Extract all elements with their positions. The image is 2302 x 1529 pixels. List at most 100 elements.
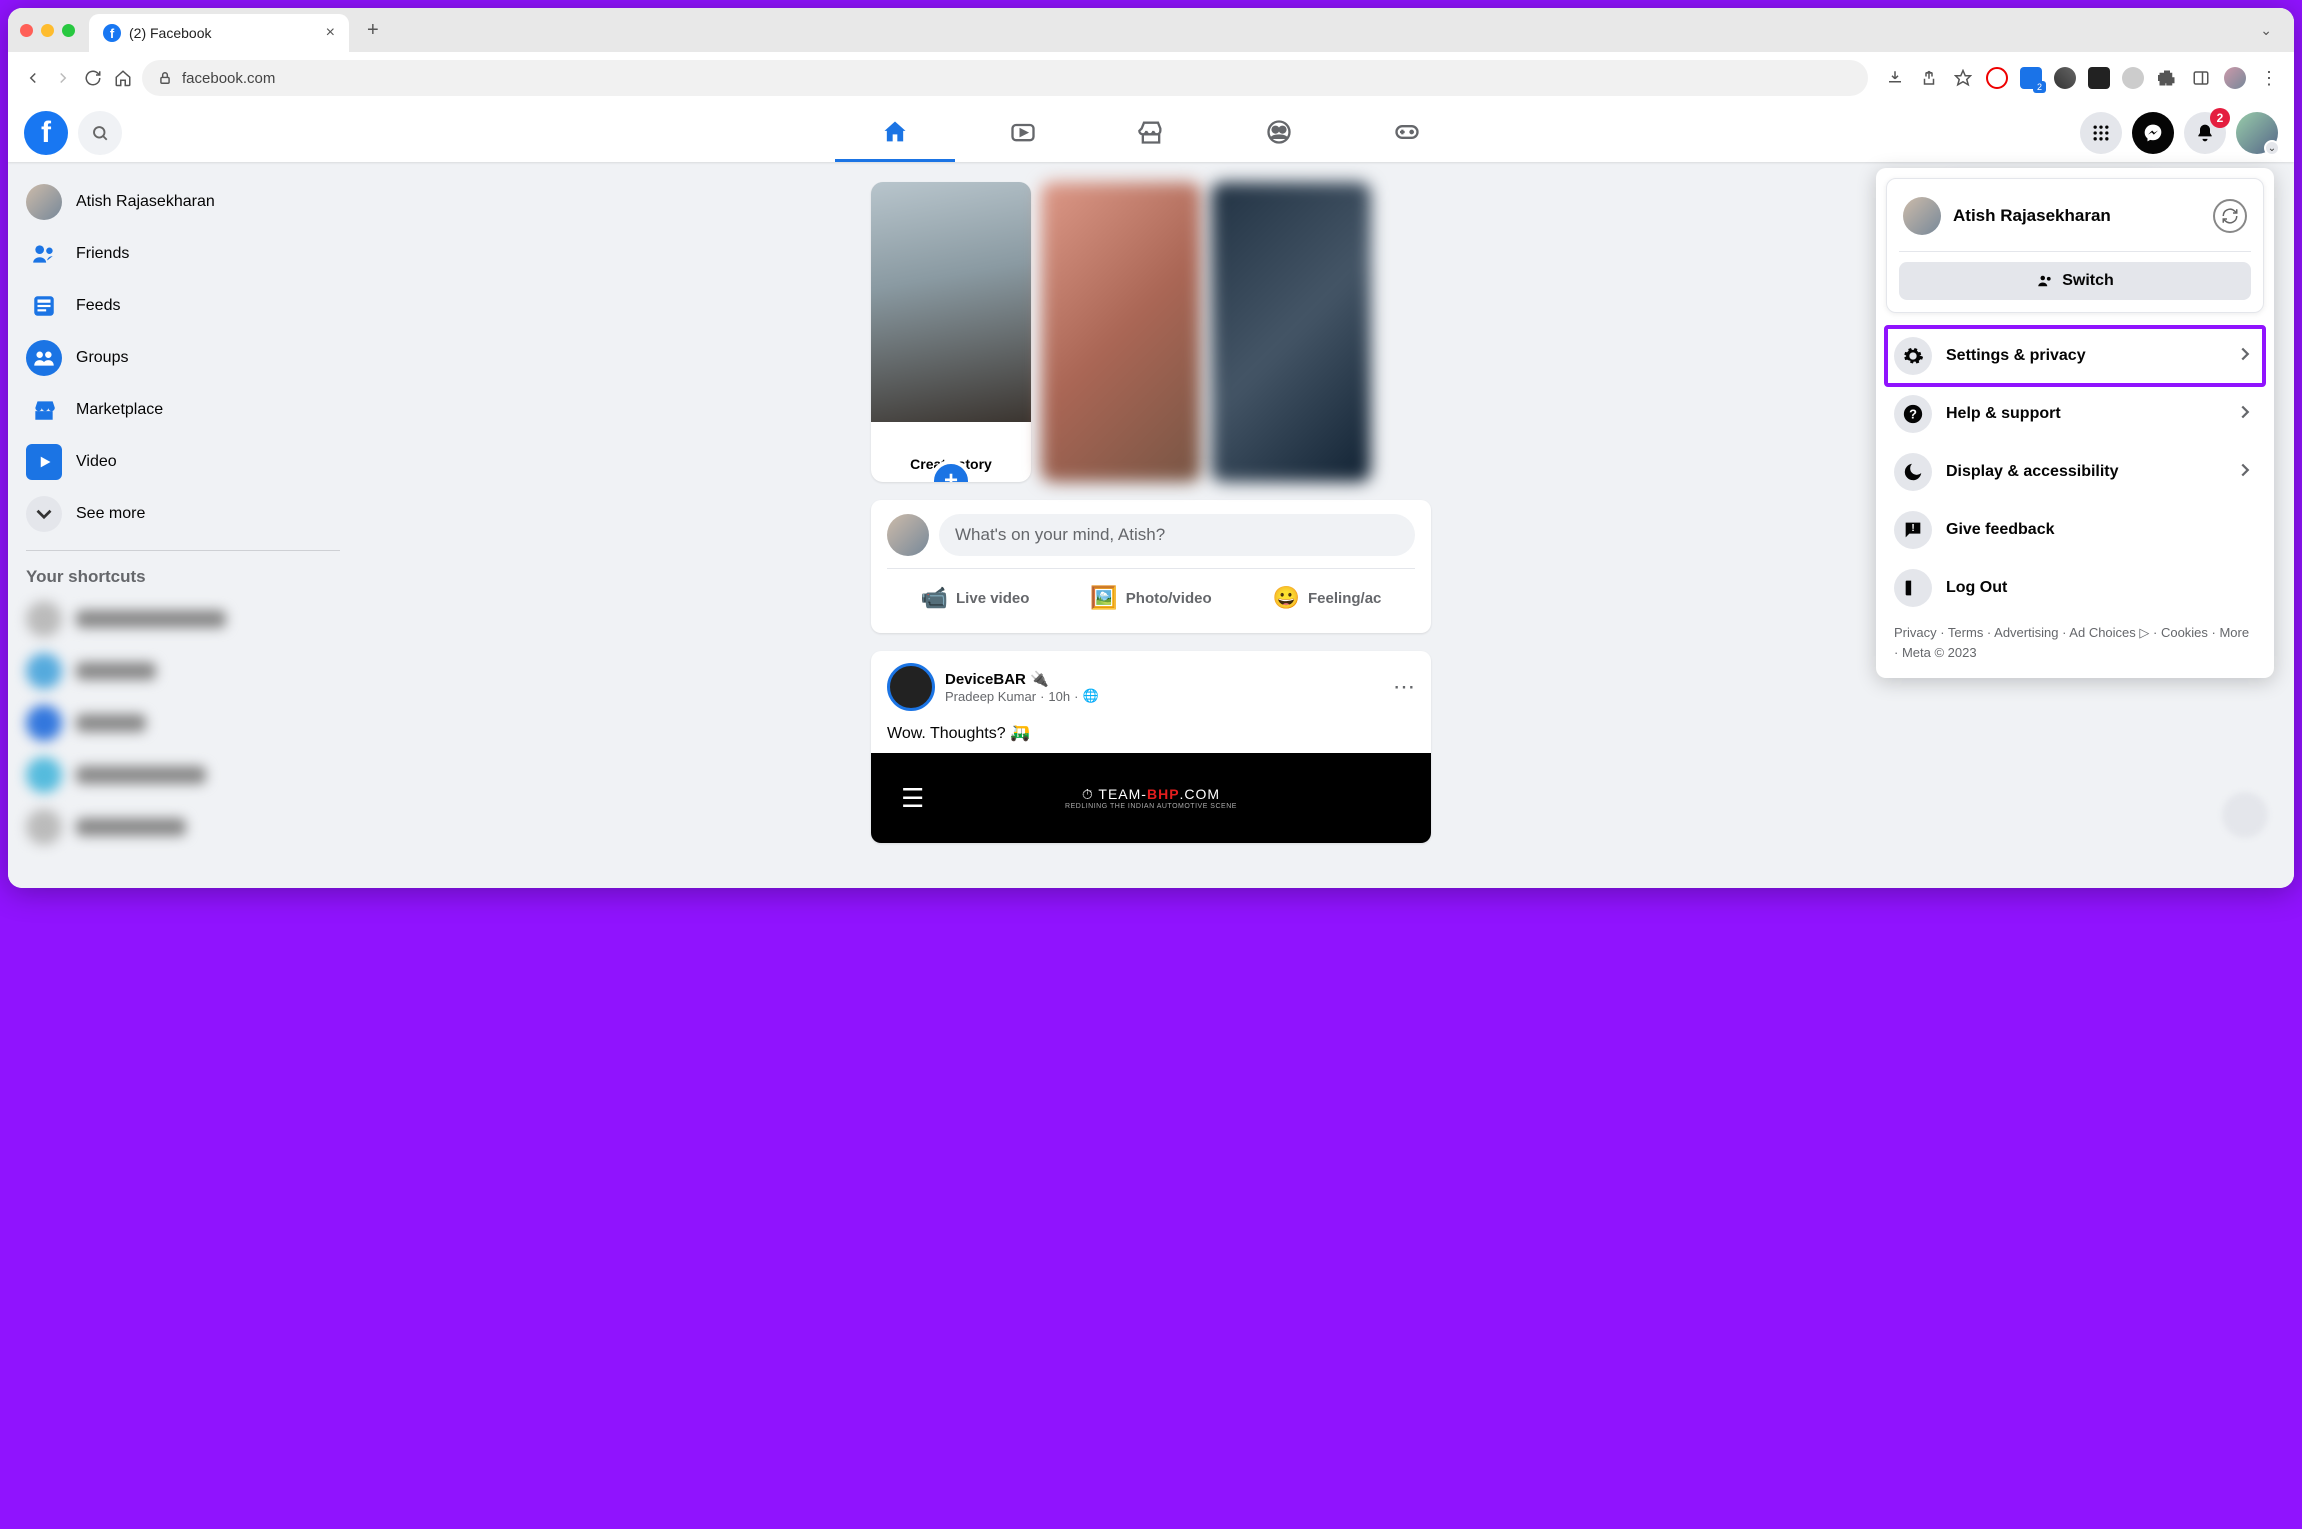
composer-input[interactable]: What's on your mind, Atish? (939, 514, 1415, 556)
extensions-icon[interactable] (2156, 67, 2178, 89)
feed: Create story + What's on your mind, Atis… (871, 162, 1431, 888)
shortcuts-heading: Your shortcuts (16, 561, 350, 593)
chrome-menu-icon[interactable]: ⋮ (2258, 67, 2280, 89)
menu-help-support[interactable]: ? Help & support (1886, 385, 2264, 443)
sidebar-label: Feeds (76, 297, 120, 315)
shortcut-item-blurred[interactable] (16, 645, 350, 697)
chevron-right-icon (2234, 459, 2256, 486)
people-icon (2036, 272, 2054, 290)
sync-icon[interactable] (2213, 199, 2247, 233)
browser-tabbar: f (2) Facebook × + ⌄ (8, 8, 2294, 52)
menu-give-feedback[interactable]: ! Give feedback (1886, 501, 2264, 559)
url-field[interactable]: facebook.com (142, 60, 1868, 96)
chevron-down-icon (26, 496, 62, 532)
shortcut-item-blurred[interactable] (16, 697, 350, 749)
create-story-card[interactable]: Create story + (871, 182, 1031, 482)
menu-profile-row[interactable]: Atish Rajasekharan (1899, 191, 2251, 241)
story-card[interactable] (1041, 182, 1201, 482)
close-tab-icon[interactable]: × (326, 24, 335, 42)
address-bar: facebook.com 2 ⋮ (8, 52, 2294, 104)
new-tab-button[interactable]: + (359, 15, 387, 46)
sidebar-label: See more (76, 505, 145, 523)
tabs-overflow-icon[interactable]: ⌄ (2250, 18, 2282, 43)
tab-home[interactable] (835, 104, 955, 162)
extension-eyes[interactable] (2054, 67, 2076, 89)
new-message-fab[interactable] (2222, 792, 2268, 838)
switch-button[interactable]: Switch (1899, 262, 2251, 300)
menu-log-out[interactable]: Log Out (1886, 559, 2264, 617)
menu-profile-name: Atish Rajasekharan (1953, 206, 2111, 226)
sidebar-item-feeds[interactable]: Feeds (16, 280, 350, 332)
tab-marketplace[interactable] (1091, 104, 1211, 162)
sidebar-item-groups[interactable]: Groups (16, 332, 350, 384)
search-button[interactable] (78, 111, 122, 155)
tab-gaming[interactable] (1347, 104, 1467, 162)
smiley-icon: 😀 (1273, 585, 1300, 611)
bookmark-star-icon[interactable] (1952, 67, 1974, 89)
shortcut-item-blurred[interactable] (16, 593, 350, 645)
composer-photo-video[interactable]: 🖼️Photo/video (1063, 577, 1239, 619)
extension-send[interactable] (2088, 67, 2110, 89)
browser-tab[interactable]: f (2) Facebook × (89, 14, 349, 52)
tab-groups[interactable] (1219, 104, 1339, 162)
sidebar-item-see-more[interactable]: See more (16, 488, 350, 540)
post-avatar[interactable] (887, 663, 935, 711)
help-icon: ? (1894, 395, 1932, 433)
messenger-button[interactable] (2132, 112, 2174, 154)
menu-settings-privacy[interactable]: Settings & privacy (1886, 327, 2264, 385)
sidebar-item-friends[interactable]: Friends (16, 228, 350, 280)
post-page-name[interactable]: DeviceBAR 🔌 (945, 670, 1099, 688)
post-menu-icon[interactable]: ⋯ (1393, 674, 1415, 700)
avatar (1903, 197, 1941, 235)
tab-title: (2) Facebook (129, 25, 211, 41)
moon-icon (1894, 453, 1932, 491)
hamburger-icon: ☰ (901, 783, 924, 814)
forward-button[interactable] (52, 67, 74, 89)
menu-footer[interactable]: Privacy · Terms · Advertising · Ad Choic… (1886, 617, 2264, 668)
facebook-logo[interactable]: f (24, 111, 68, 155)
sidebar-item-marketplace[interactable]: Marketplace (16, 384, 350, 436)
extension-adblock[interactable] (1986, 67, 2008, 89)
menu-display-accessibility[interactable]: Display & accessibility (1886, 443, 2264, 501)
menu-grid-button[interactable] (2080, 112, 2122, 154)
post-image[interactable]: ☰ ⏱ TEAM-BHP.COM REDLINING THE INDIAN AU… (871, 753, 1431, 843)
composer-live-video[interactable]: 📹Live video (887, 577, 1063, 619)
chrome-profile[interactable] (2224, 67, 2246, 89)
globe-icon: 🌐 (1082, 688, 1098, 704)
share-icon[interactable] (1918, 67, 1940, 89)
avatar[interactable] (887, 514, 929, 556)
photo-icon: 🖼️ (1090, 585, 1117, 611)
logout-icon (1894, 569, 1932, 607)
traffic-close[interactable] (20, 24, 33, 37)
sidebar-label: Friends (76, 245, 129, 263)
shortcut-item-blurred[interactable] (16, 801, 350, 853)
notifications-button[interactable]: 2 (2184, 112, 2226, 154)
tab-watch[interactable] (963, 104, 1083, 162)
install-icon[interactable] (1884, 67, 1906, 89)
post-author[interactable]: Pradeep Kumar (945, 689, 1036, 704)
extension-blue[interactable]: 2 (2020, 67, 2042, 89)
traffic-zoom[interactable] (62, 24, 75, 37)
sidebar-item-profile[interactable]: Atish Rajasekharan (16, 176, 350, 228)
chevron-right-icon (2234, 343, 2256, 370)
post-time: 10h (1048, 689, 1070, 704)
friends-icon (26, 236, 62, 272)
notifications-badge: 2 (2210, 108, 2230, 128)
home-button[interactable] (112, 67, 134, 89)
traffic-minimize[interactable] (41, 24, 54, 37)
sidepanel-icon[interactable] (2190, 67, 2212, 89)
composer: What's on your mind, Atish? 📹Live video … (871, 500, 1431, 633)
composer-feeling[interactable]: 😀Feeling/ac (1239, 577, 1415, 619)
marketplace-icon (26, 392, 62, 428)
reload-button[interactable] (82, 67, 104, 89)
avatar-icon (26, 184, 62, 220)
svg-text:?: ? (1909, 407, 1917, 422)
video-camera-icon: 📹 (921, 585, 948, 611)
back-button[interactable] (22, 67, 44, 89)
groups-icon (26, 340, 62, 376)
extension-brush[interactable] (2122, 67, 2144, 89)
story-card[interactable] (1211, 182, 1371, 482)
account-button[interactable]: ⌄ (2236, 112, 2278, 154)
shortcut-item-blurred[interactable] (16, 749, 350, 801)
sidebar-item-video[interactable]: Video (16, 436, 350, 488)
